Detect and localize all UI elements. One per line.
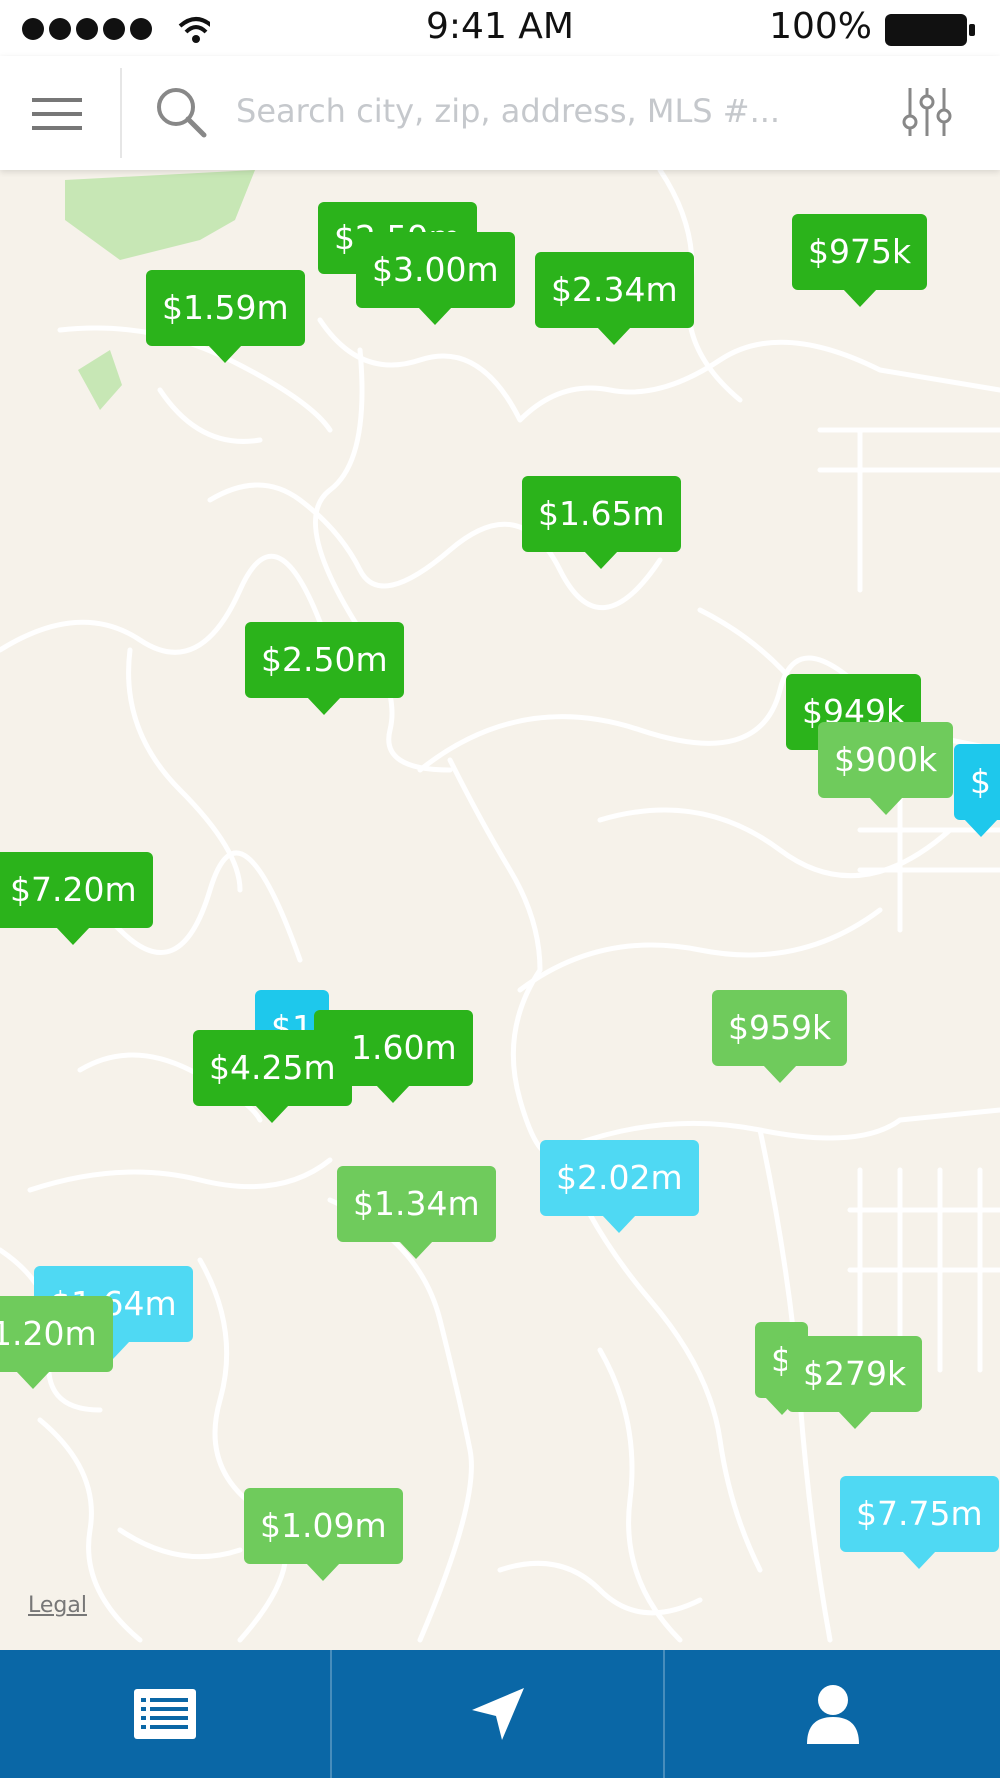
map-legal-link[interactable]: Legal xyxy=(28,1593,87,1618)
price-pin[interactable]: $3.00m xyxy=(356,232,515,325)
price-pin[interactable]: $4.25m xyxy=(193,1030,352,1123)
list-icon xyxy=(134,1689,196,1739)
search-bar: Search city, zip, address, MLS #... xyxy=(0,56,1000,170)
price-pin[interactable]: $1.65m xyxy=(522,476,681,569)
price-pin[interactable]: $2.02m xyxy=(540,1140,699,1233)
tab-list[interactable] xyxy=(0,1650,330,1778)
price-pin[interactable]: $959k xyxy=(712,990,848,1083)
app-screen: 9:41 AM 100% Search city, zip, address, … xyxy=(0,0,1000,1778)
status-bar: 9:41 AM 100% xyxy=(0,0,1000,56)
bottom-tab-bar xyxy=(0,1650,1000,1778)
price-pin[interactable]: $ xyxy=(954,744,1000,837)
price-pin[interactable]: $7.75m xyxy=(840,1476,999,1569)
battery-icon xyxy=(885,14,975,46)
price-pin[interactable]: $7.20m xyxy=(0,852,153,945)
filter-sliders-icon[interactable] xyxy=(902,86,952,138)
search-divider xyxy=(120,68,122,158)
user-profile-icon xyxy=(806,1685,859,1744)
map-view[interactable]: $2.59m $3.00m $1.59m $2.34m $975k $1.65m… xyxy=(0,170,1000,1650)
price-pin[interactable]: $1.59m xyxy=(146,270,305,363)
price-pin[interactable]: $975k xyxy=(792,214,928,307)
hamburger-menu-icon[interactable] xyxy=(32,96,82,132)
price-pin[interactable]: $1.34m xyxy=(337,1166,496,1259)
tab-profile[interactable] xyxy=(665,1650,1000,1778)
search-icon xyxy=(157,88,207,138)
tab-nearby[interactable] xyxy=(332,1650,663,1778)
battery-percent: 100% xyxy=(769,6,872,47)
price-pin[interactable]: $2.50m xyxy=(245,622,404,715)
price-pin[interactable]: $1.20m xyxy=(0,1296,113,1389)
search-input[interactable]: Search city, zip, address, MLS #... xyxy=(236,92,780,130)
price-pin[interactable]: $900k xyxy=(818,722,954,815)
price-pin[interactable]: $1.09m xyxy=(244,1488,403,1581)
price-pin[interactable]: $2.34m xyxy=(535,252,694,345)
location-arrow-icon xyxy=(471,1688,524,1740)
price-pin[interactable]: $279k xyxy=(787,1336,923,1429)
